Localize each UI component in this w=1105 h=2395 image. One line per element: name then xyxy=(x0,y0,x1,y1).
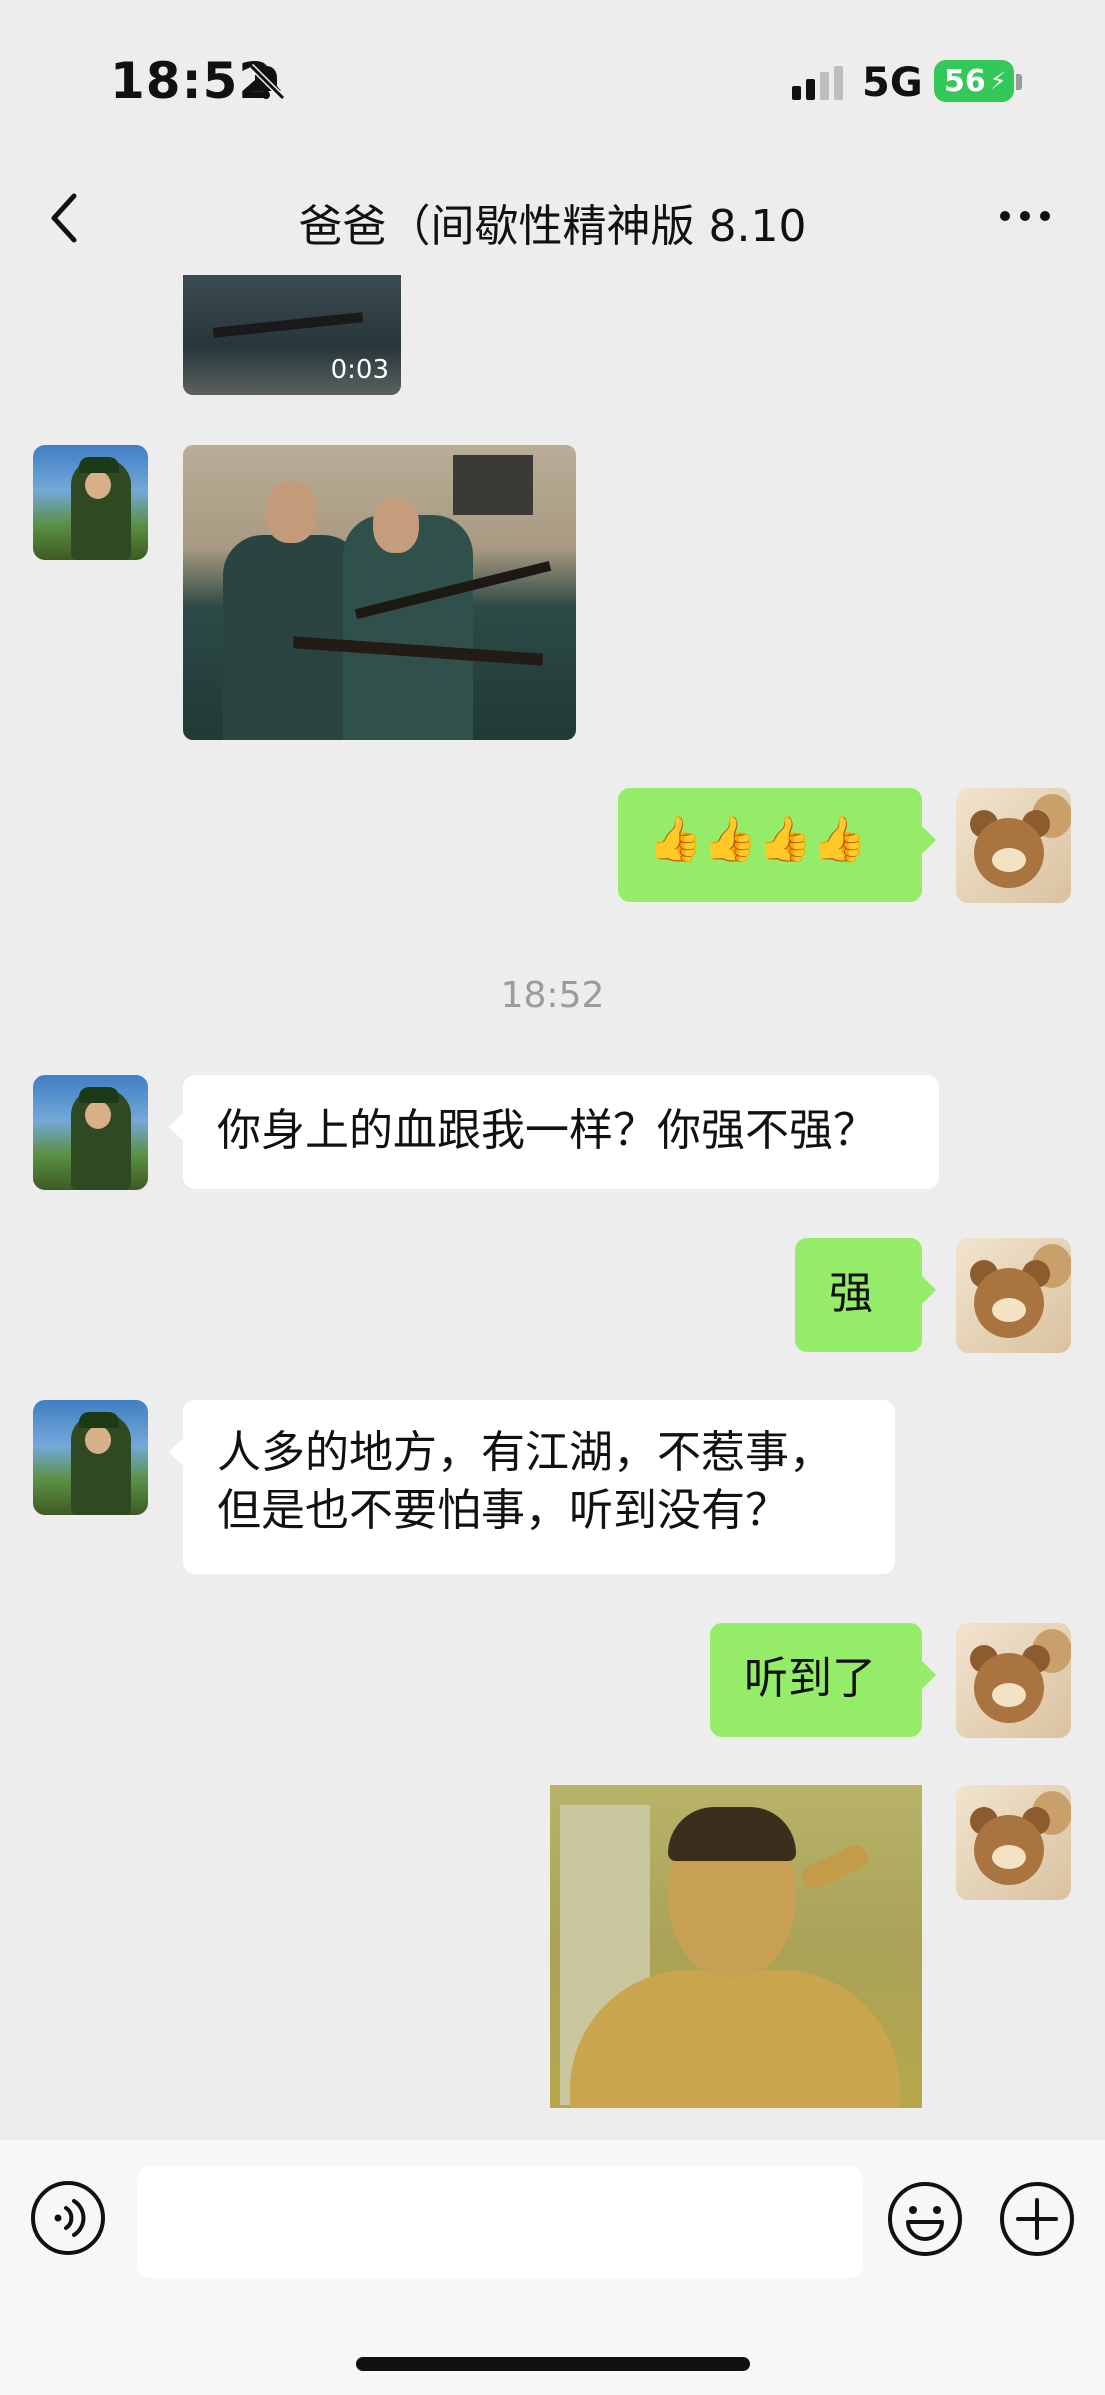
signal-icon xyxy=(792,66,843,100)
message-text: 你身上的血跟我一样？你强不强？ xyxy=(217,1105,877,1156)
avatar[interactable] xyxy=(956,788,1071,903)
bell-slash-icon xyxy=(248,63,286,101)
image-message[interactable] xyxy=(550,1785,922,2108)
message-bubble-received[interactable]: 人多的地方，有江湖，不惹事， 但是也不要怕事，听到没有？ xyxy=(169,1400,895,1574)
message-bubble-received[interactable]: 你身上的血跟我一样？你强不强？ xyxy=(169,1075,939,1189)
message-input[interactable] xyxy=(137,2166,863,2278)
avatar[interactable] xyxy=(956,1623,1071,1738)
message-text: 听到了 xyxy=(744,1653,876,1704)
timestamp: 18:52 xyxy=(500,975,605,1016)
avatar[interactable] xyxy=(33,445,148,560)
network-label: 5G xyxy=(862,60,923,106)
status-bar: 18:52 5G 56 ⚡ xyxy=(0,0,1105,160)
avatar[interactable] xyxy=(33,1075,148,1190)
avatar[interactable] xyxy=(33,1400,148,1515)
nav-bar: 爸爸（间歇性精神版 8.10 xyxy=(0,160,1105,280)
video-message[interactable]: 0:03 xyxy=(183,275,401,395)
video-duration: 0:03 xyxy=(330,355,389,385)
image-message[interactable] xyxy=(183,445,576,740)
home-indicator[interactable] xyxy=(356,2357,750,2371)
back-chevron-icon[interactable] xyxy=(40,188,90,248)
battery-level: 56 xyxy=(944,63,986,99)
message-text-line: 人多的地方，有江湖，不惹事， xyxy=(217,1427,833,1478)
message-text: 强 xyxy=(829,1268,873,1319)
avatar[interactable] xyxy=(956,1238,1071,1353)
chat-title: 爸爸（间歇性精神版 8.10 xyxy=(298,201,807,252)
message-text: 👍👍👍👍 xyxy=(648,814,868,865)
message-bubble-sent[interactable]: 👍👍👍👍 xyxy=(618,788,936,902)
emoji-icon[interactable] xyxy=(886,2180,964,2258)
voice-icon[interactable] xyxy=(30,2180,106,2256)
avatar[interactable] xyxy=(956,1785,1071,1900)
battery-cap xyxy=(1016,74,1022,90)
video-thumbnail-detail xyxy=(212,312,364,338)
message-bubble-sent[interactable]: 强 xyxy=(795,1238,936,1352)
message-bubble-sent[interactable]: 听到了 xyxy=(710,1623,936,1737)
battery-charging-icon: 56 ⚡ xyxy=(934,60,1014,102)
more-dots-icon[interactable] xyxy=(995,196,1055,236)
plus-icon[interactable] xyxy=(998,2180,1076,2258)
message-text-line: 但是也不要怕事，听到没有？ xyxy=(217,1485,789,1536)
